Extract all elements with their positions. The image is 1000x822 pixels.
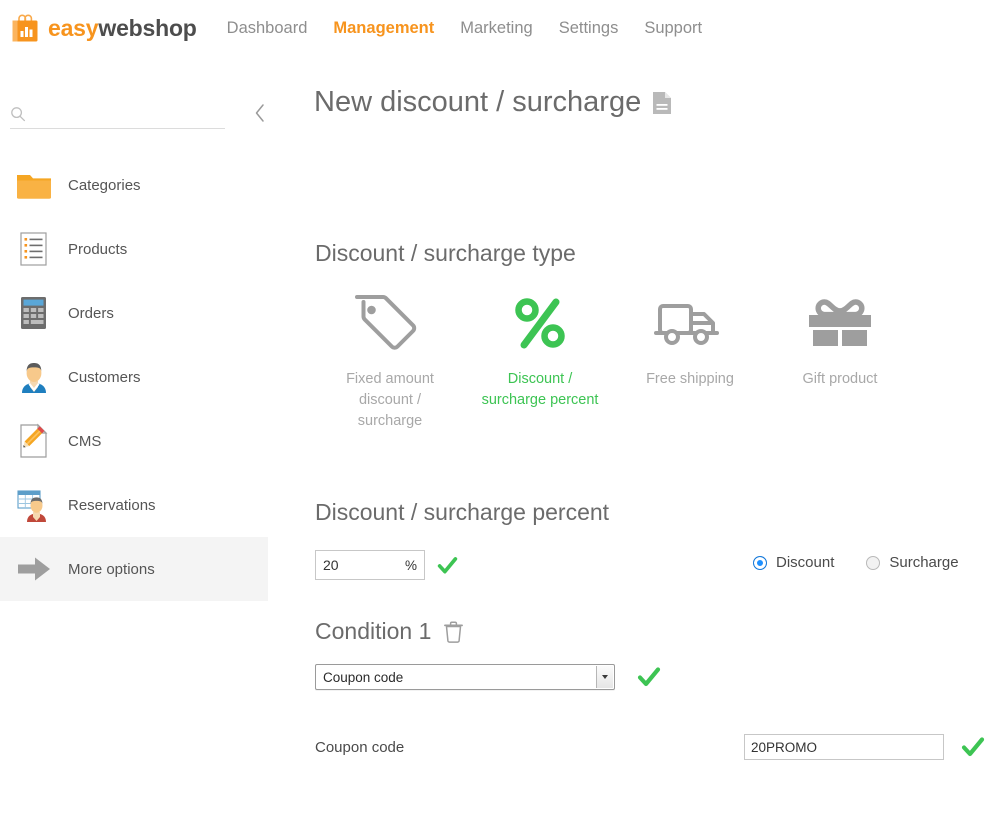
- price-tag-icon: [353, 293, 427, 355]
- sidebar-item-label: CMS: [68, 433, 101, 450]
- percent-icon: [503, 293, 577, 355]
- sidebar-menu: Categories Products: [0, 153, 285, 601]
- percent-section-heading: Discount / surcharge percent: [315, 499, 609, 526]
- type-option-icon-wrap: [353, 293, 427, 355]
- condition-type-row: Coupon code: [315, 664, 661, 690]
- nav-item-marketing[interactable]: Marketing: [460, 19, 532, 38]
- percent-input-row: %: [315, 550, 458, 580]
- condition-type-select[interactable]: Coupon code: [315, 664, 615, 690]
- type-option-icon-wrap: [803, 293, 877, 355]
- search-field-wrapper[interactable]: [10, 99, 225, 129]
- coupon-input-wrapper: [744, 734, 985, 760]
- calculator-icon: [14, 293, 54, 333]
- type-option-gift-product[interactable]: Gift product: [765, 293, 915, 432]
- coupon-code-label: Coupon code: [315, 739, 404, 756]
- app-window: easywebshop Dashboard Management Marketi…: [0, 0, 1000, 822]
- top-navigation-bar: easywebshop Dashboard Management Marketi…: [0, 0, 1000, 56]
- radio-option-discount[interactable]: Discount: [753, 554, 834, 571]
- sidebar-item-label: Customers: [68, 369, 141, 386]
- page-title: New discount / surcharge: [314, 86, 672, 119]
- search-input[interactable]: [32, 106, 212, 121]
- brand-name-easy: easy: [48, 15, 98, 41]
- arrow-right-icon: [14, 549, 54, 589]
- radio-surcharge-input[interactable]: [866, 556, 880, 570]
- type-options: Fixed amount discount / surcharge Discou…: [315, 293, 970, 432]
- shopping-bag-chart-icon: [10, 12, 40, 44]
- condition-title-text: Condition 1: [315, 618, 431, 645]
- nav-item-management[interactable]: Management: [333, 19, 434, 38]
- type-option-label: Fixed amount discount / surcharge: [325, 369, 455, 432]
- green-check-icon: [637, 665, 661, 689]
- coupon-code-input[interactable]: [744, 734, 944, 760]
- caret-down-icon: [602, 675, 608, 679]
- sidebar-item-more-options[interactable]: More options: [0, 537, 268, 601]
- percent-unit: %: [405, 558, 417, 573]
- page-title-text: New discount / surcharge: [314, 86, 641, 119]
- sidebar-item-orders[interactable]: Orders: [0, 281, 285, 345]
- folder-icon: [14, 165, 54, 205]
- condition-title: Condition 1: [315, 618, 463, 645]
- discount-mode-radio-group: Discount Surcharge: [753, 554, 991, 571]
- select-dropdown-button[interactable]: [596, 666, 613, 688]
- list-document-icon: [14, 229, 54, 269]
- radio-option-surcharge[interactable]: Surcharge: [866, 554, 958, 571]
- sidebar-item-customers[interactable]: Customers: [0, 345, 285, 409]
- truck-icon: [653, 293, 727, 355]
- type-option-percent[interactable]: Discount / surcharge percent: [465, 293, 615, 432]
- type-option-icon-wrap: [503, 293, 577, 355]
- brand-logo[interactable]: easywebshop: [10, 12, 197, 44]
- type-option-label: Discount / surcharge percent: [475, 369, 605, 411]
- nav-item-dashboard[interactable]: Dashboard: [227, 19, 308, 38]
- green-check-icon: [437, 555, 458, 576]
- document-icon[interactable]: [652, 91, 672, 115]
- nav-item-support[interactable]: Support: [644, 19, 702, 38]
- percent-input-box[interactable]: %: [315, 550, 425, 580]
- gift-icon: [803, 293, 877, 355]
- radio-surcharge-label: Surcharge: [889, 554, 958, 571]
- condition-type-value: Coupon code: [316, 670, 403, 685]
- user-icon: [14, 357, 54, 397]
- type-option-fixed-amount[interactable]: Fixed amount discount / surcharge: [315, 293, 465, 432]
- sidebar-search-row: [0, 96, 285, 132]
- sidebar-item-label: Orders: [68, 305, 114, 322]
- green-check-icon: [961, 735, 985, 759]
- chevron-left-icon: [254, 103, 267, 123]
- search-icon: [10, 106, 26, 122]
- nav-item-settings[interactable]: Settings: [559, 19, 619, 38]
- type-option-label: Free shipping: [625, 369, 755, 390]
- table-user-icon: [14, 485, 54, 525]
- sidebar: Categories Products: [0, 56, 285, 822]
- type-section-heading: Discount / surcharge type: [315, 240, 576, 267]
- sidebar-item-label: Categories: [68, 177, 141, 194]
- type-option-free-shipping[interactable]: Free shipping: [615, 293, 765, 432]
- coupon-code-row: Coupon code: [315, 734, 985, 760]
- sidebar-collapse-button[interactable]: [248, 100, 272, 126]
- main-content: New discount / surcharge Discount / surc…: [285, 56, 1000, 822]
- radio-discount-label: Discount: [776, 554, 834, 571]
- brand-name-webshop: webshop: [98, 15, 196, 41]
- pencil-page-icon: [14, 421, 54, 461]
- sidebar-item-categories[interactable]: Categories: [0, 153, 285, 217]
- percent-input[interactable]: [323, 557, 393, 573]
- sidebar-item-label: Reservations: [68, 497, 156, 514]
- type-option-icon-wrap: [653, 293, 727, 355]
- sidebar-item-label: Products: [68, 241, 127, 258]
- sidebar-item-reservations[interactable]: Reservations: [0, 473, 285, 537]
- trash-icon[interactable]: [444, 621, 463, 643]
- sidebar-item-products[interactable]: Products: [0, 217, 285, 281]
- type-option-label: Gift product: [775, 369, 905, 390]
- brand-name: easywebshop: [48, 17, 197, 40]
- sidebar-item-label: More options: [68, 561, 155, 578]
- radio-discount-input[interactable]: [753, 556, 767, 570]
- sidebar-item-cms[interactable]: CMS: [0, 409, 285, 473]
- main-nav: Dashboard Management Marketing Settings …: [227, 19, 728, 38]
